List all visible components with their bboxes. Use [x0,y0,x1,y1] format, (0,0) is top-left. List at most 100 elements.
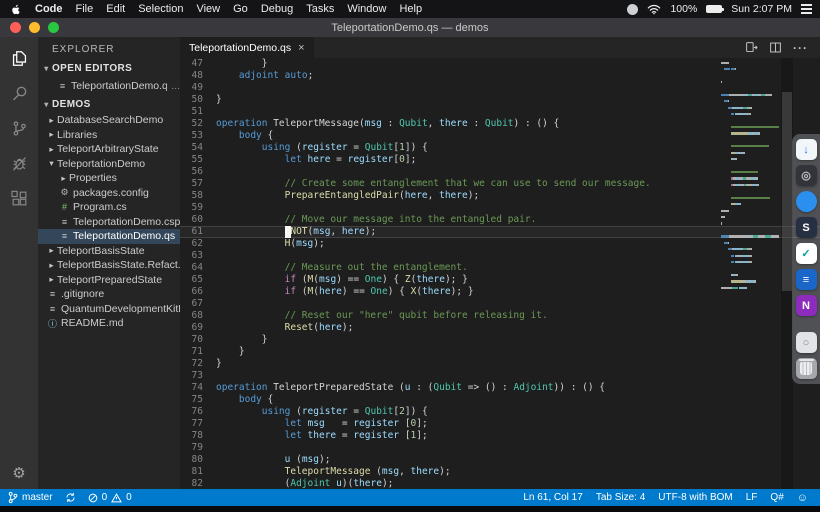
status-bar-right: Ln 61, Col 17 Tab Size: 4 UTF-8 with BOM… [523,492,820,504]
activity-extensions-icon[interactable] [0,181,38,216]
tab-close-icon[interactable]: × [298,42,304,54]
menu-view[interactable]: View [196,3,220,15]
dock-downloads-app-icon[interactable]: ↓ [796,139,817,160]
encoding-indicator[interactable]: UTF-8 with BOM [658,492,732,503]
split-editor-icon[interactable] [769,41,782,54]
chevron-right-icon: ▸ [46,274,57,285]
open-editors-label: OPEN EDITORS [52,63,132,74]
dock-camera-app-icon[interactable]: ◎ [796,165,817,186]
folder-section-label: DEMOS [52,99,91,110]
line-number: 66 [180,286,216,298]
tree-item-teleportationdemo-qs[interactable]: ≡TeleportationDemo.qs [38,229,180,244]
menu-tasks[interactable]: Tasks [306,3,334,15]
dock-word-app-icon[interactable]: ≡ [796,269,817,290]
menu-bar-clock[interactable]: Sun 2:07 PM [731,3,792,15]
workbench: EXPLORER OPEN EDITORS ≡TeleportationDemo… [0,37,820,489]
menu-code[interactable]: Code [35,3,63,15]
menu-window[interactable]: Window [347,3,386,15]
text-cursor [285,226,291,238]
line-number: 60 [180,214,216,226]
line-number: 77 [180,418,216,430]
zoom-window-button[interactable] [48,22,59,33]
activity-explorer-icon[interactable] [0,41,38,76]
line-number: 67 [180,298,216,310]
close-window-button[interactable] [10,22,21,33]
trash-icon [800,362,812,375]
folder-section-header[interactable]: DEMOS [38,95,180,113]
menu-debug[interactable]: Debug [261,3,293,15]
dock-trash-icon[interactable] [796,358,817,379]
tab-bar: TeleportationDemo.qs × [180,37,820,58]
tree-item-teleportpreparedstate[interactable]: ▸TeleportPreparedState [38,273,180,288]
line-number: 68 [180,310,216,322]
menu-file[interactable]: File [76,3,94,15]
status-menu-icon[interactable] [627,4,638,15]
line-number: 72 [180,358,216,370]
settings-gear-icon[interactable] [0,464,38,482]
git-branch-indicator[interactable]: master [8,491,53,504]
menu-selection[interactable]: Selection [138,3,183,15]
dock-onenote-app-icon[interactable]: N [796,295,817,316]
file-file-icon: ≡ [58,231,71,241]
activity-search-icon[interactable] [0,76,38,111]
menu-edit[interactable]: Edit [106,3,125,15]
warning-count: 0 [126,492,132,503]
tree-item-quantumdevelopmentkitd-[interactable]: ≡QuantumDevelopmentKitD... [38,302,180,317]
line-number: 51 [180,106,216,118]
menu-help[interactable]: Help [399,3,422,15]
error-icon [88,493,98,503]
tree-item--gitignore[interactable]: ≡.gitignore [38,287,180,302]
battery-icon[interactable] [706,5,722,13]
explorer-title: EXPLORER [38,37,180,59]
tree-item-teleportbasisstate-refact-[interactable]: ▸TeleportBasisState.Refact... [38,258,180,273]
dock-s-app-icon[interactable]: S [796,217,817,238]
tree-item-teleportbasisstate[interactable]: ▸TeleportBasisState [38,244,180,259]
scrollbar-thumb[interactable] [782,92,792,290]
sync-button[interactable] [65,492,76,503]
tree-item-teleportarbitrarystate[interactable]: ▸TeleportArbitraryState [38,142,180,157]
dock-tasks-app-icon[interactable]: ✓ [796,243,817,264]
battery-percentage: 100% [670,3,697,15]
minimap[interactable] [719,58,779,489]
code-editor[interactable]: 47 }48 adjoint auto;4950}5152operation T… [180,58,820,489]
cursor-position-indicator[interactable]: Ln 61, Col 17 [523,492,583,503]
tree-item-teleportationdemo[interactable]: ▾TeleportationDemo [38,157,180,172]
line-number: 71 [180,346,216,358]
chevron-right-icon: ▸ [46,144,57,155]
open-editor-item[interactable]: ≡TeleportationDemo.qs... [38,77,180,95]
tab-teleportationdemo-qs[interactable]: TeleportationDemo.qs × [180,37,314,58]
chevron-right-icon: ▸ [46,260,57,271]
apple-menu-icon[interactable] [10,3,22,16]
feedback-smiley-icon[interactable] [797,492,808,504]
menu-go[interactable]: Go [233,3,248,15]
language-mode-indicator[interactable]: Q# [770,492,783,503]
traffic-lights [10,18,59,37]
window-titlebar[interactable]: TeleportationDemo.qs — demos [0,18,820,37]
tree-item-readme-md[interactable]: ⓘREADME.md [38,316,180,331]
tab-size-indicator[interactable]: Tab Size: 4 [596,492,645,503]
chevron-right-icon: ▸ [46,129,57,140]
open-editors-header[interactable]: OPEN EDITORS [38,59,180,77]
activity-bar [0,37,38,489]
wifi-icon[interactable] [647,4,661,15]
tree-item-teleportationdemo-cspr-[interactable]: ≡TeleportationDemo.cspr... [38,215,180,230]
tree-item-libraries[interactable]: ▸Libraries [38,128,180,143]
open-changes-icon[interactable] [745,41,758,54]
line-number: 75 [180,394,216,406]
line-number: 61 [180,226,216,238]
activity-debug-icon[interactable] [0,146,38,181]
minimize-window-button[interactable] [29,22,40,33]
more-actions-icon[interactable] [793,44,808,52]
tree-item-databasesearchdemo[interactable]: ▸DatabaseSearchDemo [38,113,180,128]
notification-center-icon[interactable] [801,4,812,14]
eol-indicator[interactable]: LF [746,492,758,503]
file-file-icon: ≡ [58,217,71,227]
tree-item-program-cs[interactable]: #Program.cs [38,200,180,215]
activity-source-control-icon[interactable] [0,111,38,146]
problems-indicator[interactable]: 0 0 [88,492,132,503]
tree-item-properties[interactable]: ▸Properties [38,171,180,186]
dock-browser-app-icon[interactable] [796,191,817,212]
dock-light-app-icon[interactable]: ○ [796,332,817,353]
sidebar-explorer: EXPLORER OPEN EDITORS ≡TeleportationDemo… [38,37,180,489]
tree-item-packages-config[interactable]: ⚙packages.config [38,186,180,201]
